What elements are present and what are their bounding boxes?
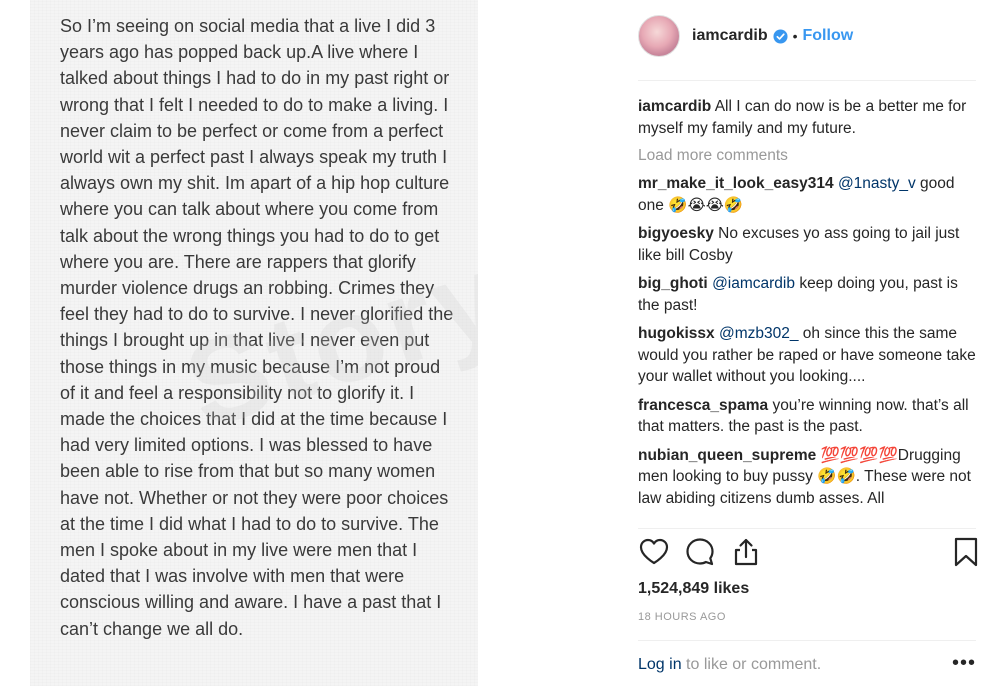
comment-mention[interactable]: @iamcardib [712, 275, 795, 292]
post-panel: iamcardib • Follow iamcardib All I can d… [622, 0, 980, 686]
heart-icon[interactable] [638, 536, 670, 568]
comment-icon[interactable] [684, 536, 716, 568]
comment-username[interactable]: big_ghoti [638, 275, 708, 292]
comment-container: mr_make_it_look_easy314 @1nasty_v good o… [638, 173, 978, 509]
footer-divider [638, 640, 976, 641]
comment-username[interactable]: mr_make_it_look_easy314 [638, 175, 834, 192]
header-username[interactable]: iamcardib [692, 27, 768, 45]
comment-row: hugokissx @mzb302_ oh since this the sam… [638, 323, 978, 388]
comment-username[interactable]: hugokissx [638, 325, 715, 342]
post-image: So I’m seeing on social media that a liv… [30, 0, 478, 686]
login-prompt-text: to like or comment. [681, 656, 822, 673]
comment-username[interactable]: nubian_queen_supreme [638, 447, 816, 464]
login-prompt: Log in to like or comment. [638, 656, 978, 674]
caption: iamcardib All I can do now is be a bette… [638, 96, 978, 139]
comment-username[interactable]: francesca_spama [638, 397, 768, 414]
comment-mention[interactable]: @mzb302_ [719, 325, 799, 342]
comment-row: mr_make_it_look_easy314 @1nasty_v good o… [638, 173, 978, 216]
comment-row: nubian_queen_supreme 💯💯💯💯Drugging men lo… [638, 445, 978, 510]
action-bar [638, 536, 978, 572]
share-icon[interactable] [730, 536, 762, 568]
more-options-icon[interactable]: ••• [952, 653, 976, 673]
comments-list[interactable]: iamcardib All I can do now is be a bette… [638, 96, 978, 528]
comment-mention[interactable]: @1nasty_v [838, 175, 916, 192]
post-header: iamcardib • Follow [638, 14, 978, 58]
avatar[interactable] [638, 15, 680, 57]
comment-username[interactable]: bigyoesky [638, 225, 714, 242]
comment-row: big_ghoti @iamcardib keep doing you, pas… [638, 273, 978, 316]
load-more-comments-button[interactable]: Load more comments [638, 147, 978, 165]
bookmark-icon[interactable] [950, 536, 982, 568]
post-time[interactable]: 18 HOURS AGO [638, 611, 726, 623]
header-divider [638, 80, 976, 81]
note-text: So I’m seeing on social media that a liv… [60, 16, 454, 639]
verified-badge-icon [773, 28, 788, 44]
follow-button[interactable]: Follow [803, 27, 854, 45]
comments-divider [638, 528, 976, 529]
comment-row: francesca_spama you’re winning now. that… [638, 395, 978, 438]
comment-row: bigyoesky No excuses yo ass going to jai… [638, 223, 978, 266]
caption-username[interactable]: iamcardib [638, 98, 711, 115]
separator-dot: • [792, 28, 798, 44]
likes-count[interactable]: 1,524,849 likes [638, 580, 749, 598]
login-link[interactable]: Log in [638, 656, 682, 673]
